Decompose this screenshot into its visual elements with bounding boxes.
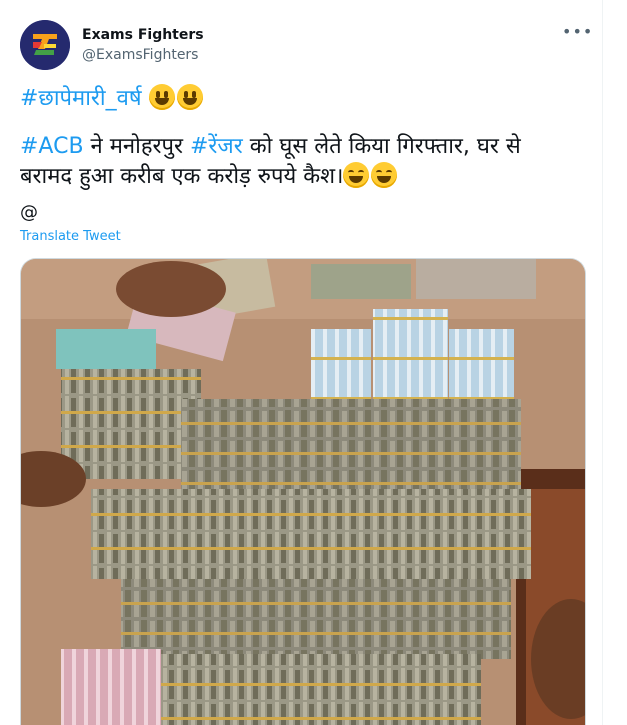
translate-tweet-link[interactable]: Translate Tweet [20, 229, 121, 244]
tweet-text-segment: बरामद हुआ करीब एक करोड़ रुपये कैश। [20, 164, 344, 189]
author-display-name[interactable]: Exams Fighters [82, 26, 204, 44]
laughing-face-emoji-icon [343, 162, 370, 188]
timeline-divider [602, 0, 603, 725]
tweet-header: Exams Fighters @ExamsFighters ••• [20, 20, 594, 70]
ellipsis-icon: ••• [562, 22, 594, 41]
hashtag-acb[interactable]: #ACB [20, 134, 84, 159]
tweet-text-segment: को घूस लेते किया गिरफ्तार, घर से [242, 134, 521, 159]
author-block: Exams Fighters @ExamsFighters [82, 26, 204, 65]
hashtag-chhapemari[interactable]: #छापेमारी_वर्ष [20, 86, 142, 111]
hashtag-ranger[interactable]: #रेंजर [190, 134, 243, 159]
tweet-text: #छापेमारी_वर्ष #ACB ने मनोहरपुर #रेंजर क… [20, 84, 590, 192]
avatar[interactable] [20, 20, 70, 70]
mention-at[interactable]: @ [20, 202, 38, 223]
tweet-line-3: बरामद हुआ करीब एक करोड़ रुपये कैश। [20, 162, 590, 192]
photo-cash-bundles-icon [21, 259, 585, 725]
tweet-text-segment: ने मनोहरपुर [83, 134, 190, 159]
grinning-face-emoji-icon [176, 84, 203, 110]
author-handle[interactable]: @ExamsFighters [82, 45, 204, 65]
exams-fighters-logo-icon [20, 20, 70, 70]
tweet-line-2: #ACB ने मनोहरपुर #रेंजर को घूस लेते किया… [20, 132, 590, 162]
tweet-line-1: #छापेमारी_वर्ष [20, 84, 590, 114]
grinning-face-emoji-icon [148, 84, 175, 110]
tweet-photo[interactable] [20, 258, 586, 725]
more-options-button[interactable]: ••• [562, 22, 594, 44]
laughing-face-emoji-icon [371, 162, 398, 188]
